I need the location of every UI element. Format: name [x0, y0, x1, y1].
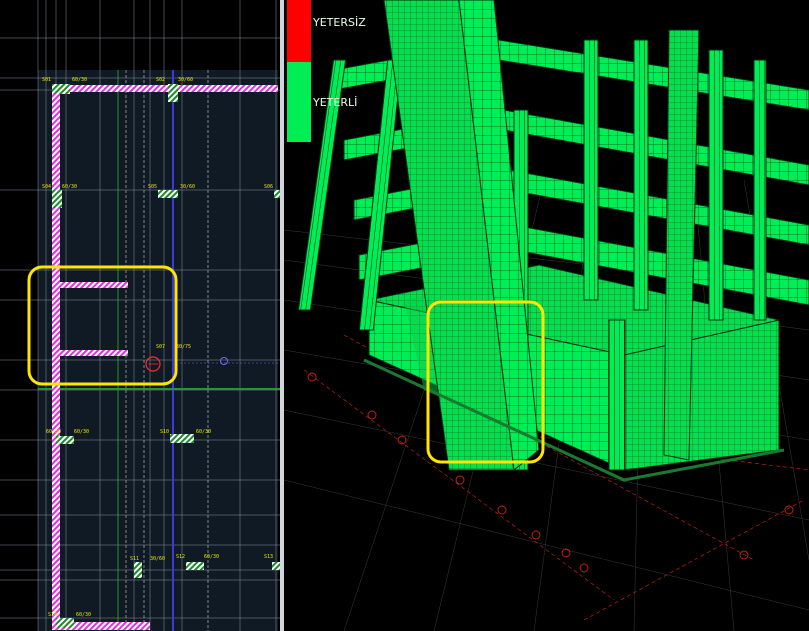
legend-label-yetersiz: YETERSİZ: [312, 16, 366, 29]
column-label: S10: [160, 429, 169, 435]
column-label: S04: [42, 184, 51, 190]
beam-label: 30/60: [178, 77, 193, 83]
legend-swatch-yetersiz: [287, 0, 311, 62]
beam-label: 60/30: [76, 612, 91, 618]
legend-swatch-yeterli: [287, 62, 311, 142]
beam-label: 60/30: [204, 554, 219, 560]
column-label: S07: [156, 344, 165, 350]
beam-label: 60/30: [196, 429, 211, 435]
beam-label: 60/30: [46, 429, 61, 435]
column-label: S01: [42, 77, 51, 83]
column-label: S05: [148, 184, 157, 190]
column-label: S14: [48, 612, 57, 618]
column-label: S06: [264, 184, 273, 190]
beam-label: 60/30: [72, 77, 87, 83]
column-label: S13: [264, 554, 273, 560]
cad-plan-canvas[interactable]: S01 60/30 S02 30/60 S04 60/30 S05 30/60 …: [0, 0, 280, 631]
column-label: S02: [156, 77, 165, 83]
beam-label: 30/60: [180, 184, 195, 190]
beam-label: 30/60: [150, 556, 165, 562]
note-label: 30/75: [176, 344, 191, 350]
beam-label: 60/30: [74, 429, 89, 435]
cad-plan-pane[interactable]: S01 60/30 S02 30/60 S04 60/30 S05 30/60 …: [0, 0, 280, 631]
beam-label: 60/30: [62, 184, 77, 190]
legend-label-yeterli: YETERLİ: [312, 96, 357, 109]
model-3d-pane[interactable]: YETERSİZ YETERLİ: [284, 0, 809, 631]
model-3d-canvas[interactable]: YETERSİZ YETERLİ: [284, 0, 809, 631]
column-label: S11: [130, 556, 139, 562]
column-label: S12: [176, 554, 185, 560]
